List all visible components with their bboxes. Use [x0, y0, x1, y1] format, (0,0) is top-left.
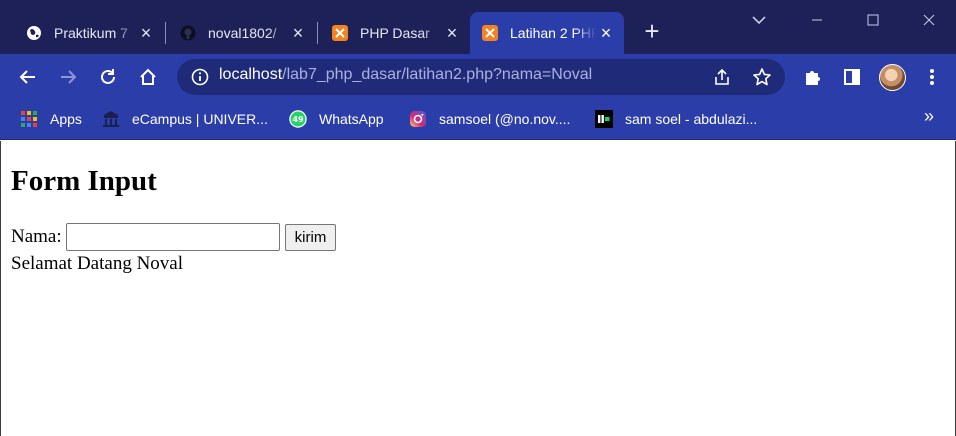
instagram-icon — [409, 110, 427, 128]
forward-button[interactable] — [54, 63, 82, 91]
url-path: /lab7_php_dasar/latihan2.php?nama=Noval — [282, 66, 593, 83]
close-tab-icon[interactable]: × — [136, 23, 156, 43]
kirim-button[interactable]: kirim — [284, 223, 337, 251]
bookmark-label: WhatsApp — [319, 111, 384, 127]
tab-php-dasar[interactable]: PHP Dasar × — [320, 12, 470, 54]
xampp-icon — [482, 25, 498, 41]
whatsapp-icon: 49 — [289, 110, 307, 128]
page-viewport: Form Input Nama: kirim Selamat Datang No… — [0, 141, 956, 436]
greeting-text: Selamat Datang Noval — [11, 253, 184, 274]
campus-icon — [102, 110, 120, 128]
back-button[interactable] — [14, 63, 42, 91]
tab-praktikum[interactable]: Praktikum 7 × — [14, 12, 164, 54]
bookmark-medium[interactable]: sam soel - abdulazi... — [595, 108, 757, 130]
medium-icon — [595, 110, 613, 128]
bookmark-label: samsoel (@no.nov.... — [439, 111, 571, 127]
nama-input[interactable] — [65, 223, 280, 251]
close-tab-icon[interactable]: × — [288, 23, 308, 43]
github-icon — [180, 25, 196, 41]
profile-avatar[interactable] — [879, 64, 906, 91]
tab-title: PHP Dasar — [360, 25, 430, 41]
tab-title: Latihan 2 PHP — [510, 25, 596, 41]
bookmark-label: sam soel - abdulazi... — [625, 111, 758, 127]
side-panel-icon[interactable] — [838, 63, 866, 91]
new-tab-button[interactable]: + — [640, 18, 664, 44]
home-button[interactable] — [134, 63, 162, 91]
maximize-button[interactable] — [850, 0, 896, 40]
page-title: Form Input — [11, 165, 157, 197]
bookmark-apps[interactable]: Apps — [20, 108, 82, 130]
close-tab-icon[interactable]: × — [596, 23, 616, 43]
url-host: localhost — [219, 66, 283, 83]
extensions-puzzle-icon[interactable] — [798, 63, 826, 91]
name-form: Nama: kirim — [11, 223, 337, 251]
reload-button[interactable] — [94, 63, 122, 91]
bookmark-ecampus[interactable]: eCampus | UNIVER... — [102, 108, 268, 130]
bookmark-whatsapp[interactable]: 49 WhatsApp — [289, 108, 384, 130]
url-text[interactable]: localhost/lab7_php_dasar/latihan2.php?na… — [219, 66, 592, 84]
tab-title: Praktikum 7 — [54, 25, 128, 41]
tab-search-chevron-icon[interactable] — [749, 10, 769, 30]
bookmark-star-icon[interactable] — [748, 63, 776, 91]
bookmark-instagram[interactable]: samsoel (@no.nov.... — [409, 108, 570, 130]
xampp-icon — [332, 25, 348, 41]
tab-divider — [165, 22, 166, 44]
close-window-button[interactable] — [906, 0, 952, 40]
whatsapp-badge: 49 — [292, 114, 304, 124]
bookmarks-overflow-chevron[interactable]: » — [924, 106, 934, 127]
nama-label: Nama: — [11, 226, 62, 247]
bookmark-label: eCampus | UNIVER... — [132, 111, 268, 127]
tab-divider — [317, 22, 318, 44]
tab-latihan-2-active[interactable]: Latihan 2 PHP × — [470, 12, 624, 54]
tab-github[interactable]: noval1802/ × — [168, 12, 316, 54]
tab-title: noval1802/ — [208, 25, 277, 41]
site-info-icon[interactable] — [186, 63, 214, 91]
apps-grid-icon — [20, 110, 38, 128]
minimize-button[interactable] — [794, 0, 840, 40]
share-icon[interactable] — [708, 63, 736, 91]
globe-icon — [26, 25, 42, 41]
close-tab-icon[interactable]: × — [442, 23, 462, 43]
menu-kebab-icon[interactable] — [918, 63, 946, 91]
bookmark-label: Apps — [50, 111, 82, 127]
